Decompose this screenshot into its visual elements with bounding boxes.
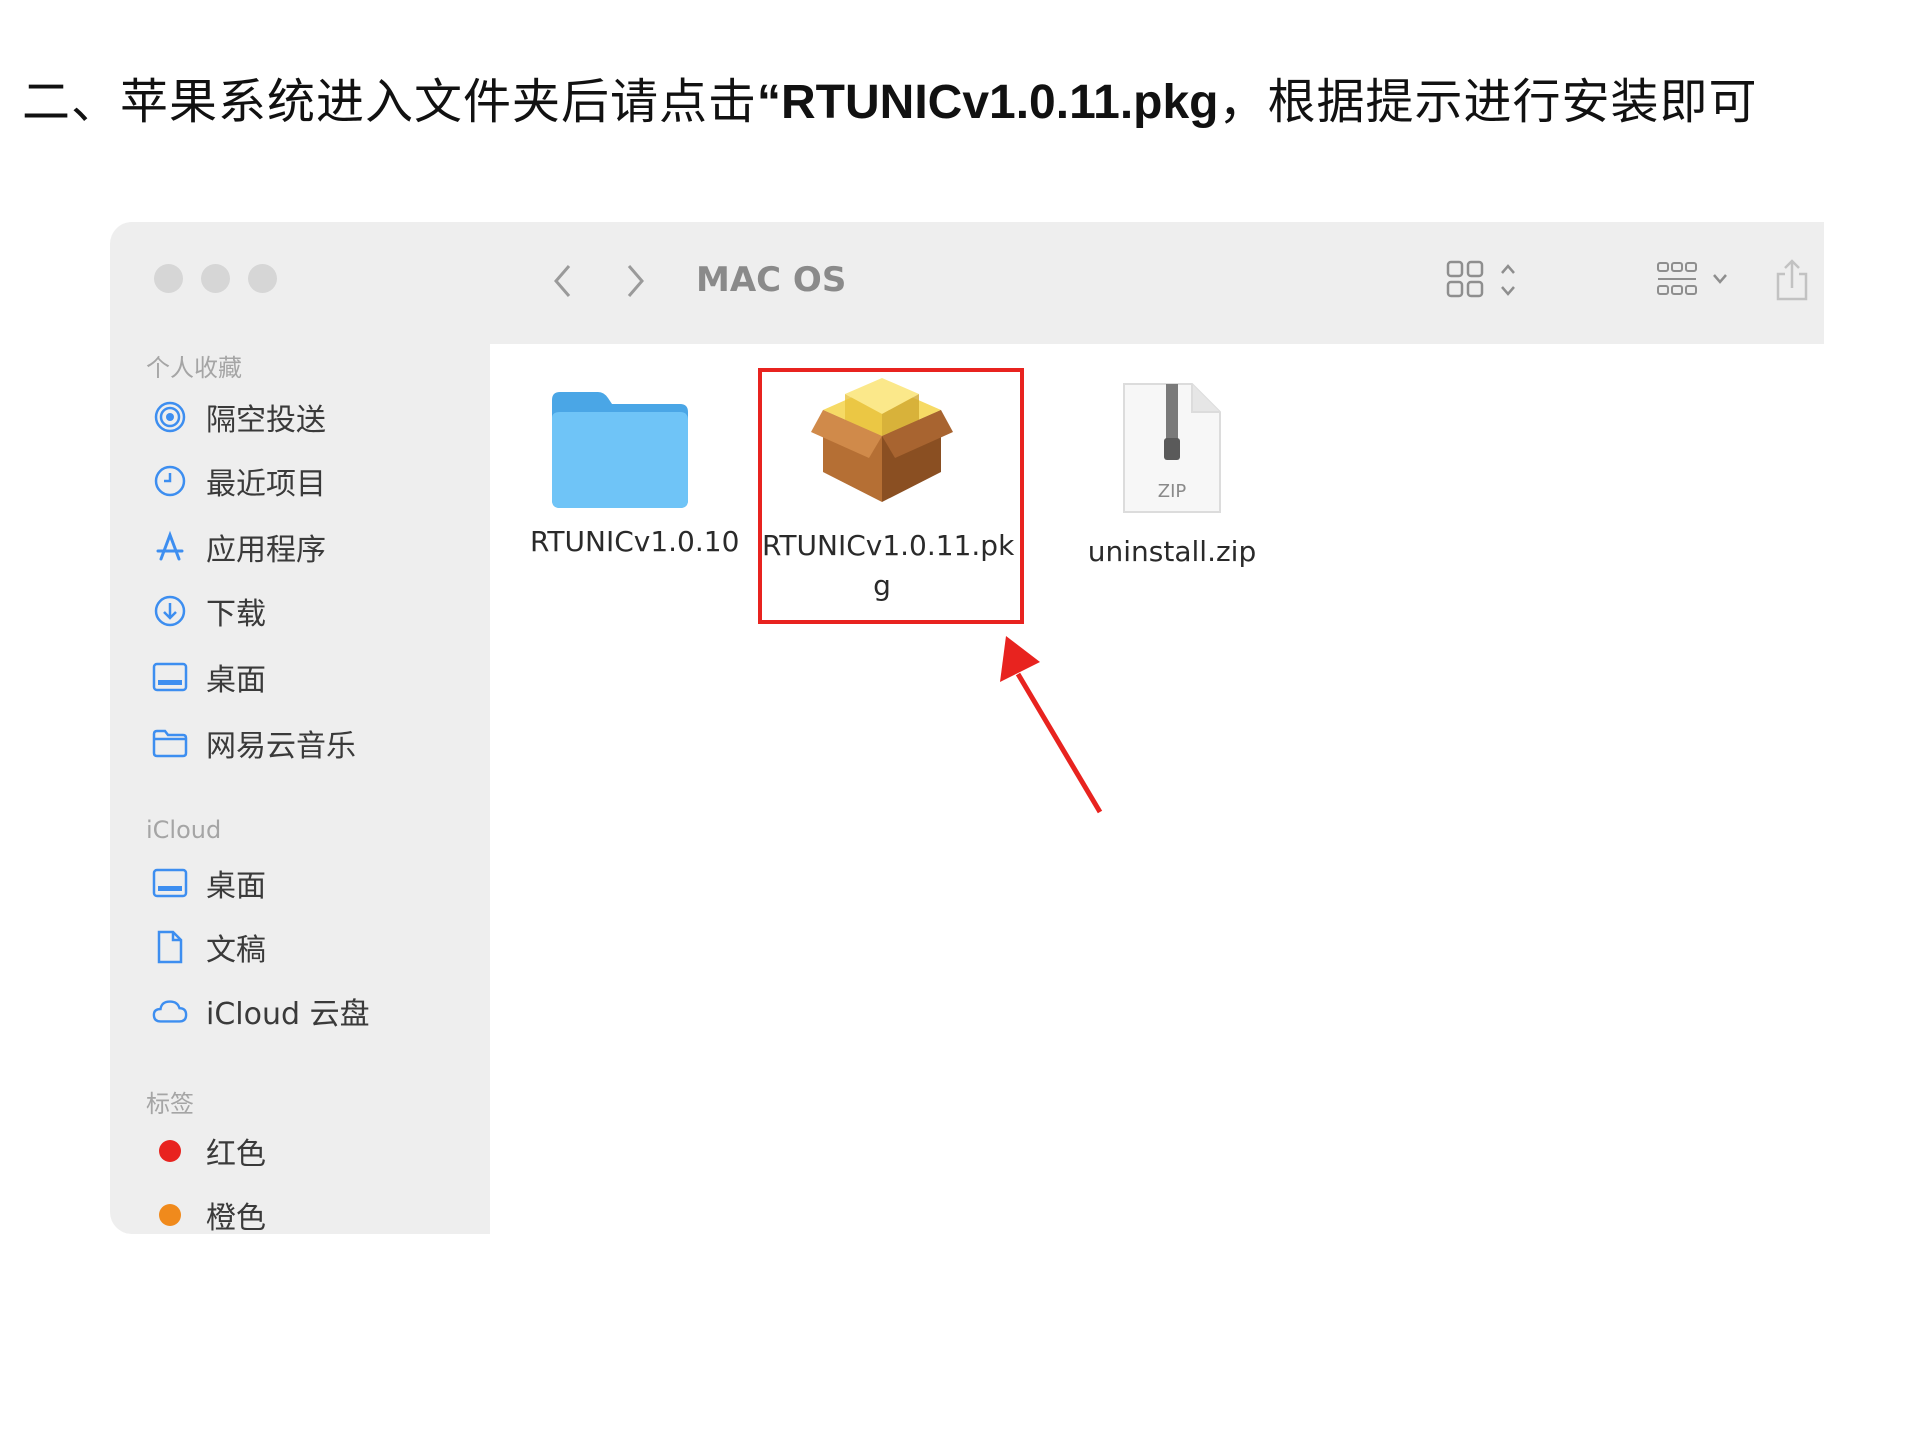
sidebar-item-tag-red[interactable]: 红色 xyxy=(152,1126,266,1176)
instruction-prefix: 二、苹果系统进入文件夹后请点击 xyxy=(22,74,758,130)
clock-icon xyxy=(152,463,188,499)
file-name: uninstall.zip xyxy=(1087,535,1257,568)
back-button[interactable] xyxy=(542,258,582,308)
airdrop-icon xyxy=(152,399,188,435)
sidebar-section-favorites: 个人收藏 xyxy=(146,354,242,382)
sidebar-item-label: 最近项目 xyxy=(206,467,326,502)
group-by-button[interactable] xyxy=(1656,256,1740,308)
sidebar-item-documents[interactable]: 文稿 xyxy=(152,922,266,972)
sidebar-section-tags: 标签 xyxy=(146,1090,194,1118)
chevron-left-icon xyxy=(551,263,573,303)
sidebar-item-downloads[interactable]: 下载 xyxy=(152,586,266,636)
tag-dot-icon xyxy=(152,1133,188,1169)
zip-badge: ZIP xyxy=(1157,481,1187,502)
instruction-filename: “RTUNICv1.0.11.pkg xyxy=(757,76,1219,129)
instruction-text: 二、苹果系统进入文件夹后请点击“RTUNICv1.0.11.pkg，根据提示进行… xyxy=(22,62,1758,132)
chevron-right-icon xyxy=(625,263,647,303)
sidebar-item-label: 红色 xyxy=(206,1137,266,1172)
zoom-button[interactable] xyxy=(248,264,277,293)
zip-file-icon: ZIP xyxy=(1072,380,1272,516)
selection-highlight-box xyxy=(758,368,1024,624)
finder-sidebar: 个人收藏 隔空投送 最近项目 应用程序 下载 桌面 网易云音乐 iCloud 桌… xyxy=(110,222,490,1234)
view-mode-button[interactable] xyxy=(1446,256,1526,308)
sidebar-item-netease-music[interactable]: 网易云音乐 xyxy=(152,718,356,768)
sidebar-item-label: 桌面 xyxy=(206,869,266,904)
folder-icon xyxy=(152,725,188,761)
sidebar-item-applications[interactable]: 应用程序 xyxy=(152,522,326,572)
sidebar-item-label: iCloud 云盘 xyxy=(206,997,370,1032)
download-icon xyxy=(152,593,188,629)
sidebar-item-desktop[interactable]: 桌面 xyxy=(152,652,266,702)
sidebar-section-icloud: iCloud xyxy=(146,816,222,844)
applications-icon xyxy=(152,529,188,565)
sidebar-item-recents[interactable]: 最近项目 xyxy=(152,456,326,506)
sidebar-item-label: 橙色 xyxy=(206,1201,266,1234)
folder-icon xyxy=(530,380,710,510)
file-item-zip[interactable]: ZIP uninstall.zip xyxy=(1072,380,1272,572)
desktop-icon xyxy=(152,865,188,901)
sidebar-item-label: 网易云音乐 xyxy=(206,729,356,764)
forward-button[interactable] xyxy=(616,258,656,308)
window-controls xyxy=(154,264,277,293)
instruction-suffix: ，根据提示进行安装即可 xyxy=(1218,74,1758,130)
desktop-icon xyxy=(152,659,188,695)
file-item-folder[interactable]: RTUNICv1.0.10 xyxy=(530,380,740,562)
sidebar-item-icloud-desktop[interactable]: 桌面 xyxy=(152,858,266,908)
sidebar-item-label: 文稿 xyxy=(206,933,266,968)
finder-content: RTUNICv1.0.10 RTUNICv1.0.11.pk g ZIP uni… xyxy=(490,344,1824,1234)
sidebar-item-airdrop[interactable]: 隔空投送 xyxy=(152,392,326,442)
file-name: RTUNICv1.0.10 xyxy=(530,525,740,558)
sidebar-item-icloud-drive[interactable]: iCloud 云盘 xyxy=(152,986,370,1036)
share-icon xyxy=(1774,258,1810,306)
finder-toolbar: MAC OS xyxy=(490,222,1824,344)
sidebar-item-label: 桌面 xyxy=(206,663,266,698)
cloud-icon xyxy=(152,993,188,1029)
grid-view-icon xyxy=(1446,259,1526,305)
tag-dot-icon xyxy=(152,1197,188,1233)
window-title: MAC OS xyxy=(696,260,847,300)
share-button[interactable] xyxy=(1774,256,1810,308)
sidebar-item-label: 应用程序 xyxy=(206,533,326,568)
minimize-button[interactable] xyxy=(201,264,230,293)
sidebar-item-label: 下载 xyxy=(206,597,266,632)
sidebar-item-tag-orange[interactable]: 橙色 xyxy=(152,1190,266,1234)
finder-window: 个人收藏 隔空投送 最近项目 应用程序 下载 桌面 网易云音乐 iCloud 桌… xyxy=(110,222,1824,1234)
document-icon xyxy=(152,929,188,965)
sidebar-item-label: 隔空投送 xyxy=(206,403,326,438)
close-button[interactable] xyxy=(154,264,183,293)
group-by-icon xyxy=(1656,259,1740,305)
